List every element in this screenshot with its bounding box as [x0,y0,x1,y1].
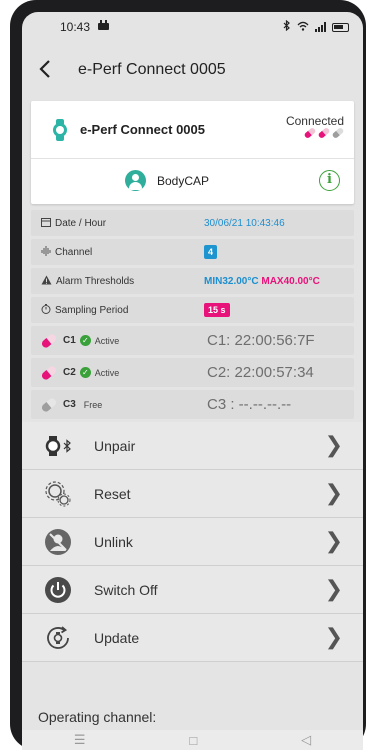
user-avatar-icon [125,170,146,191]
sampling-period-value: 15 s [204,303,230,317]
update-button[interactable]: Update ❯ [22,614,363,662]
channel-icon [41,245,51,259]
switch-off-label: Switch Off [94,581,158,598]
channel-value: 4 [204,245,218,259]
chip-name: C1 [63,335,76,346]
chip-row-c3[interactable]: C3 Free C3 : --.--.--.-- [31,390,354,419]
date-hour-label: Date / Hour [55,217,107,229]
user-name: BodyCAP [157,174,210,188]
battery-icon [332,22,349,32]
unpair-icon [44,432,72,460]
unlink-button[interactable]: Unlink ❯ [22,518,363,566]
chevron-right-icon: ❯ [324,433,343,458]
wifi-icon [297,21,309,34]
system-nav-bar: ☰ □ ◁ [22,730,363,750]
unpair-label: Unpair [94,437,136,454]
connection-status: Connected [285,114,344,128]
sensor-pill-icon [40,332,58,349]
sensor-pill-icon [331,126,345,140]
operating-channel-heading: Operating channel: [38,709,157,725]
device-info-rows: Date / Hour 30/06/21 10:43:46 Channel 4 … [22,210,363,419]
chevron-right-icon: ❯ [324,625,343,650]
chevron-right-icon: ❯ [324,529,343,554]
chip-name: C2 [63,367,76,378]
sensor-pill-icon [40,396,58,413]
app-screen: 10:43 e-Perf Connect 0005 e-Perf Connect… [22,12,363,750]
sensor-pill-icon [317,126,331,140]
chip-state: Free [83,399,103,410]
calendar-icon [41,217,51,230]
check-icon: ✓ [79,367,91,378]
update-icon [44,624,72,652]
sensor-pill-icon [40,364,58,381]
reset-gear-icon [44,480,72,508]
status-time: 10:43 [60,20,91,34]
sampling-period-row: Sampling Period 15 s [31,297,354,323]
device-card: e-Perf Connect 0005 Connected BodyCAP i [31,101,354,204]
back-arrow-icon[interactable] [38,57,78,83]
unlink-user-icon [44,528,72,556]
device-card-user: BodyCAP i [31,159,354,204]
chip-value: C3 : --.--.--.-- [207,396,292,413]
info-icon[interactable]: i [319,170,340,191]
reset-label: Reset [94,485,131,502]
switch-off-button[interactable]: Switch Off ❯ [22,566,363,614]
chevron-right-icon: ❯ [324,577,343,602]
page-title: e-Perf Connect 0005 [78,61,226,78]
chevron-right-icon: ❯ [324,481,343,506]
unlink-label: Unlink [94,533,133,550]
channel-row: Channel 4 [31,239,354,265]
date-hour-value: 30/06/21 10:43:46 [204,217,285,229]
sensor-status-pills [303,126,345,140]
reset-button[interactable]: Reset ❯ [22,470,363,518]
chip-value: C2: 22:00:57:34 [207,364,314,381]
alarm-max-value: MAX40.00°C [261,275,320,287]
check-icon: ✓ [79,335,91,346]
home-icon[interactable]: □ [189,733,197,748]
signal-icon [315,22,326,32]
device-card-header: e-Perf Connect 0005 Connected [31,101,354,159]
power-icon [44,576,72,604]
alarm-min-value: MIN32.00°C [204,275,259,287]
device-name: e-Perf Connect 0005 [80,122,205,137]
bluetooth-icon [283,19,291,34]
chip-row-c2[interactable]: C2 ✓ Active C2: 22:00:57:34 [31,358,354,387]
warning-icon [41,275,52,288]
channel-label: Channel [55,246,93,258]
alarm-thresholds-row: Alarm Thresholds MIN32.00°C MAX40.00°C [31,268,354,294]
chip-value: C1: 22:00:56:7F [207,332,315,349]
date-hour-row: Date / Hour 30/06/21 10:43:46 [31,210,354,236]
chip-name: C3 [63,399,76,410]
back-icon[interactable]: ◁ [301,732,311,748]
chip-state: Active [94,335,120,346]
chip-row-c1[interactable]: C1 ✓ Active C1: 22:00:56:7F [31,326,354,355]
sensor-pill-icon [303,126,317,140]
app-header: e-Perf Connect 0005 [22,42,363,98]
watch-icon [53,119,67,141]
alarm-thresholds-label: Alarm Thresholds [56,275,135,287]
notification-app-icon [97,20,110,34]
timer-icon [41,303,51,317]
unpair-button[interactable]: Unpair ❯ [22,422,363,470]
status-bar: 10:43 [22,12,363,42]
chip-state: Active [94,367,120,378]
action-list: Unpair ❯ Reset ❯ Unlink ❯ Switch Off ❯ U… [22,422,363,662]
sampling-period-label: Sampling Period [55,304,129,316]
update-label: Update [94,629,140,646]
menu-icon[interactable]: ☰ [74,732,86,748]
